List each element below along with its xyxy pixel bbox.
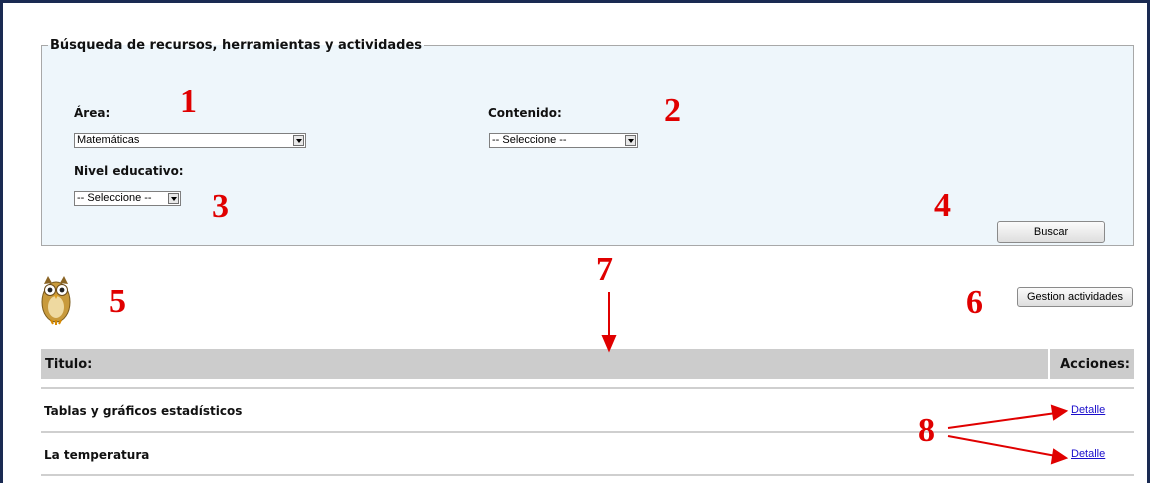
- arrow-8b-shaft: [947, 435, 1057, 457]
- arrow-8a-head: [1050, 404, 1069, 421]
- arrow-8b-head: [1050, 448, 1069, 465]
- arrow-8a-shaft: [947, 412, 1057, 429]
- arrow-7-head: [601, 335, 617, 353]
- annotation-arrows: [601, 292, 1069, 465]
